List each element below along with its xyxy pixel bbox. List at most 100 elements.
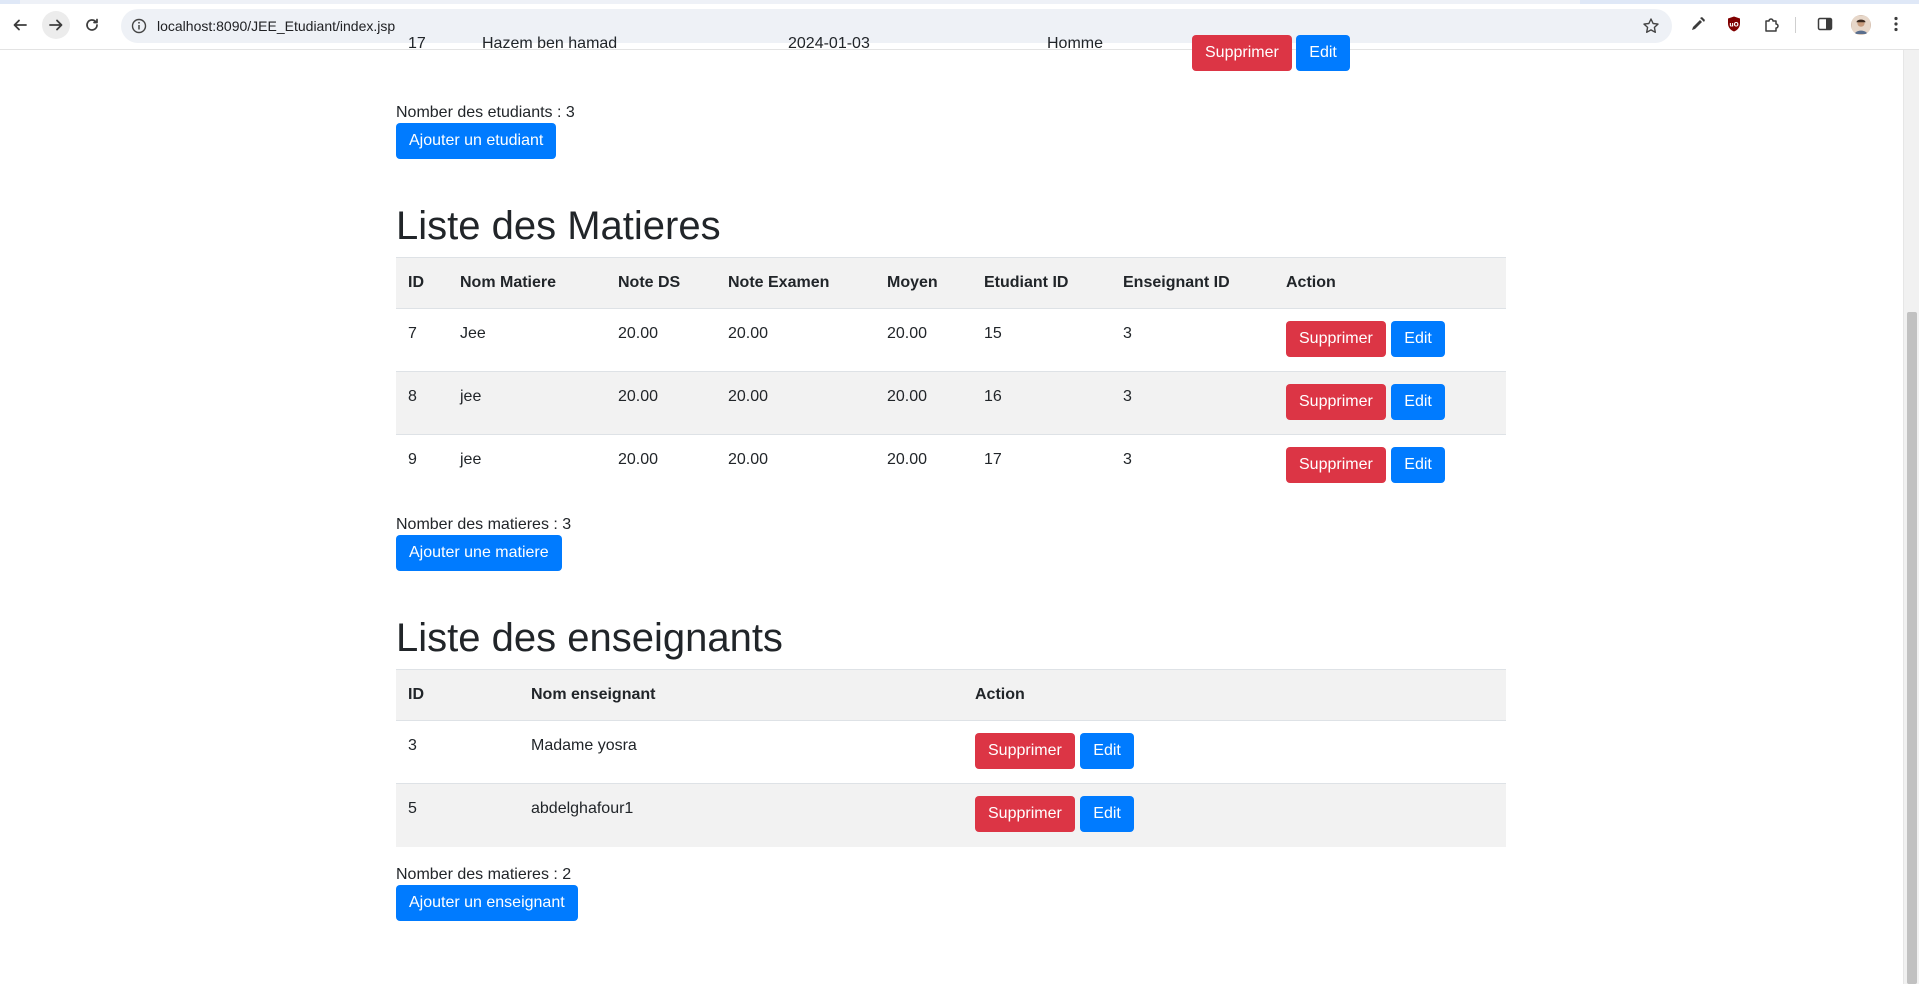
matieres-table: ID Nom Matiere Note DS Note Examen Moyen… bbox=[396, 257, 1506, 498]
enseignants-header-row: ID Nom enseignant Action bbox=[396, 669, 1506, 721]
enseignants-table: ID Nom enseignant Action 3 Madame yosra … bbox=[396, 669, 1506, 847]
puzzle-piece-icon bbox=[1765, 18, 1779, 32]
matieres-title: Liste des Matieres bbox=[396, 204, 721, 248]
browser-menu-button[interactable] bbox=[1886, 14, 1906, 34]
edit-etudiant-button[interactable]: Edit bbox=[1296, 35, 1350, 71]
tab-strip-bar bbox=[20, 0, 1580, 4]
enseignant-id-cell: 5 bbox=[396, 783, 519, 847]
etudiant-id-cell: 16 bbox=[972, 371, 1111, 435]
column-header: Enseignant ID bbox=[1111, 257, 1274, 309]
tab-strip bbox=[0, 0, 1919, 4]
matiere-nom-cell: jee bbox=[448, 434, 606, 498]
matiere-id-cell: 9 bbox=[396, 434, 448, 498]
column-header: Nom Matiere bbox=[448, 257, 606, 309]
back-button[interactable] bbox=[6, 11, 34, 39]
etudiant-nom-cell: Hazem ben hamad bbox=[482, 35, 618, 52]
enseignant-nom-cell: Madame yosra bbox=[519, 720, 963, 784]
reload-icon bbox=[86, 18, 98, 31]
forward-button[interactable] bbox=[42, 11, 70, 39]
table-row: 8 jee 20.00 20.00 20.00 16 3 Supprimer E… bbox=[396, 371, 1506, 435]
column-header: Moyen bbox=[875, 257, 972, 309]
column-header: Action bbox=[1274, 257, 1506, 309]
arrow-left-icon bbox=[13, 19, 27, 31]
page-scrollbar[interactable] bbox=[1903, 50, 1919, 984]
delete-matiere-button[interactable]: Supprimer bbox=[1286, 447, 1386, 483]
delete-etudiant-button[interactable]: Supprimer bbox=[1192, 35, 1292, 71]
matieres-count: Nomber des matieres : 3 bbox=[396, 516, 572, 533]
matiere-nom-cell: jee bbox=[448, 371, 606, 435]
arrow-right-icon bbox=[49, 19, 63, 31]
matiere-id-cell: 8 bbox=[396, 371, 448, 435]
etudiants-count: Nomber des etudiants : 3 bbox=[396, 104, 575, 121]
enseignant-id-cell: 3 bbox=[1111, 371, 1274, 435]
edit-matiere-button[interactable]: Edit bbox=[1391, 447, 1445, 483]
etudiant-id-cell: 15 bbox=[972, 308, 1111, 372]
column-header: Nom enseignant bbox=[519, 669, 963, 721]
etudiant-table-last-row: 17 Hazem ben hamad 2024-01-03 Homme Supp… bbox=[396, 35, 1506, 73]
matieres-header-row: ID Nom Matiere Note DS Note Examen Moyen… bbox=[396, 257, 1506, 309]
column-header: Action bbox=[963, 669, 1506, 721]
eyedropper-extension-button[interactable] bbox=[1688, 14, 1708, 34]
etudiant-genre-cell: Homme bbox=[1047, 35, 1104, 52]
scrollbar-thumb[interactable] bbox=[1907, 312, 1917, 984]
matiere-id-cell: 7 bbox=[396, 308, 448, 372]
column-header: Note DS bbox=[606, 257, 716, 309]
table-row: 7 Jee 20.00 20.00 20.00 15 3 Supprimer E… bbox=[396, 308, 1506, 372]
svg-text:uO: uO bbox=[1729, 22, 1738, 29]
actions-cell: Supprimer Edit bbox=[1274, 308, 1506, 372]
column-header: Etudiant ID bbox=[972, 257, 1111, 309]
etudiant-id-cell: 17 bbox=[972, 434, 1111, 498]
table-row: 9 jee 20.00 20.00 20.00 17 3 Supprimer E… bbox=[396, 434, 1506, 498]
edit-enseignant-button[interactable]: Edit bbox=[1080, 733, 1134, 769]
enseignant-id-cell: 3 bbox=[396, 720, 519, 784]
etudiant-row-actions: Supprimer Edit bbox=[1192, 35, 1350, 71]
edit-enseignant-button[interactable]: Edit bbox=[1080, 796, 1134, 832]
actions-cell: Supprimer Edit bbox=[963, 720, 1506, 784]
delete-enseignant-button[interactable]: Supprimer bbox=[975, 796, 1075, 832]
actions-cell: Supprimer Edit bbox=[1274, 371, 1506, 435]
url-text[interactable]: localhost:8090/JEE_Etudiant/index.jsp bbox=[157, 9, 395, 43]
note-examen-cell: 20.00 bbox=[716, 308, 875, 372]
note-examen-cell: 20.00 bbox=[716, 434, 875, 498]
moyen-cell: 20.00 bbox=[875, 371, 972, 435]
add-etudiant-button[interactable]: Ajouter un etudiant bbox=[396, 123, 557, 159]
enseignants-title: Liste des enseignants bbox=[396, 616, 783, 660]
site-info-icon[interactable] bbox=[131, 18, 147, 34]
actions-cell: Supprimer Edit bbox=[963, 783, 1506, 847]
moyen-cell: 20.00 bbox=[875, 308, 972, 372]
ublock-extension-button[interactable]: uO bbox=[1724, 14, 1744, 34]
note-ds-cell: 20.00 bbox=[606, 371, 716, 435]
enseignant-id-cell: 3 bbox=[1111, 308, 1274, 372]
add-matiere-button[interactable]: Ajouter une matiere bbox=[396, 535, 562, 571]
side-panel-button[interactable] bbox=[1815, 14, 1835, 34]
more-vertical-icon bbox=[1894, 16, 1898, 32]
eyedropper-icon bbox=[1692, 17, 1705, 30]
note-examen-cell: 20.00 bbox=[716, 371, 875, 435]
column-header: ID bbox=[396, 257, 448, 309]
edit-matiere-button[interactable]: Edit bbox=[1391, 384, 1445, 420]
user-avatar-icon bbox=[1852, 16, 1870, 34]
column-header: Note Examen bbox=[716, 257, 875, 309]
delete-matiere-button[interactable]: Supprimer bbox=[1286, 384, 1386, 420]
delete-matiere-button[interactable]: Supprimer bbox=[1286, 321, 1386, 357]
enseignant-id-cell: 3 bbox=[1111, 434, 1274, 498]
add-enseignant-button[interactable]: Ajouter un enseignant bbox=[396, 885, 578, 921]
reload-button[interactable] bbox=[78, 11, 106, 39]
extensions-button[interactable] bbox=[1762, 14, 1782, 34]
table-row: 5 abdelghafour1 Supprimer Edit bbox=[396, 783, 1506, 847]
bookmark-star-icon[interactable] bbox=[1642, 17, 1660, 35]
edit-matiere-button[interactable]: Edit bbox=[1391, 321, 1445, 357]
ublock-shield-icon: uO bbox=[1728, 16, 1740, 32]
matiere-nom-cell: Jee bbox=[448, 308, 606, 372]
side-panel-icon bbox=[1817, 17, 1833, 31]
moyen-cell: 20.00 bbox=[875, 434, 972, 498]
actions-cell: Supprimer Edit bbox=[1274, 434, 1506, 498]
toolbar-divider bbox=[1795, 17, 1796, 33]
note-ds-cell: 20.00 bbox=[606, 434, 716, 498]
table-row: 3 Madame yosra Supprimer Edit bbox=[396, 720, 1506, 784]
etudiant-date-cell: 2024-01-03 bbox=[788, 35, 870, 52]
column-header: ID bbox=[396, 669, 519, 721]
profile-avatar[interactable] bbox=[1851, 15, 1871, 35]
enseignant-nom-cell: abdelghafour1 bbox=[519, 783, 963, 847]
delete-enseignant-button[interactable]: Supprimer bbox=[975, 733, 1075, 769]
